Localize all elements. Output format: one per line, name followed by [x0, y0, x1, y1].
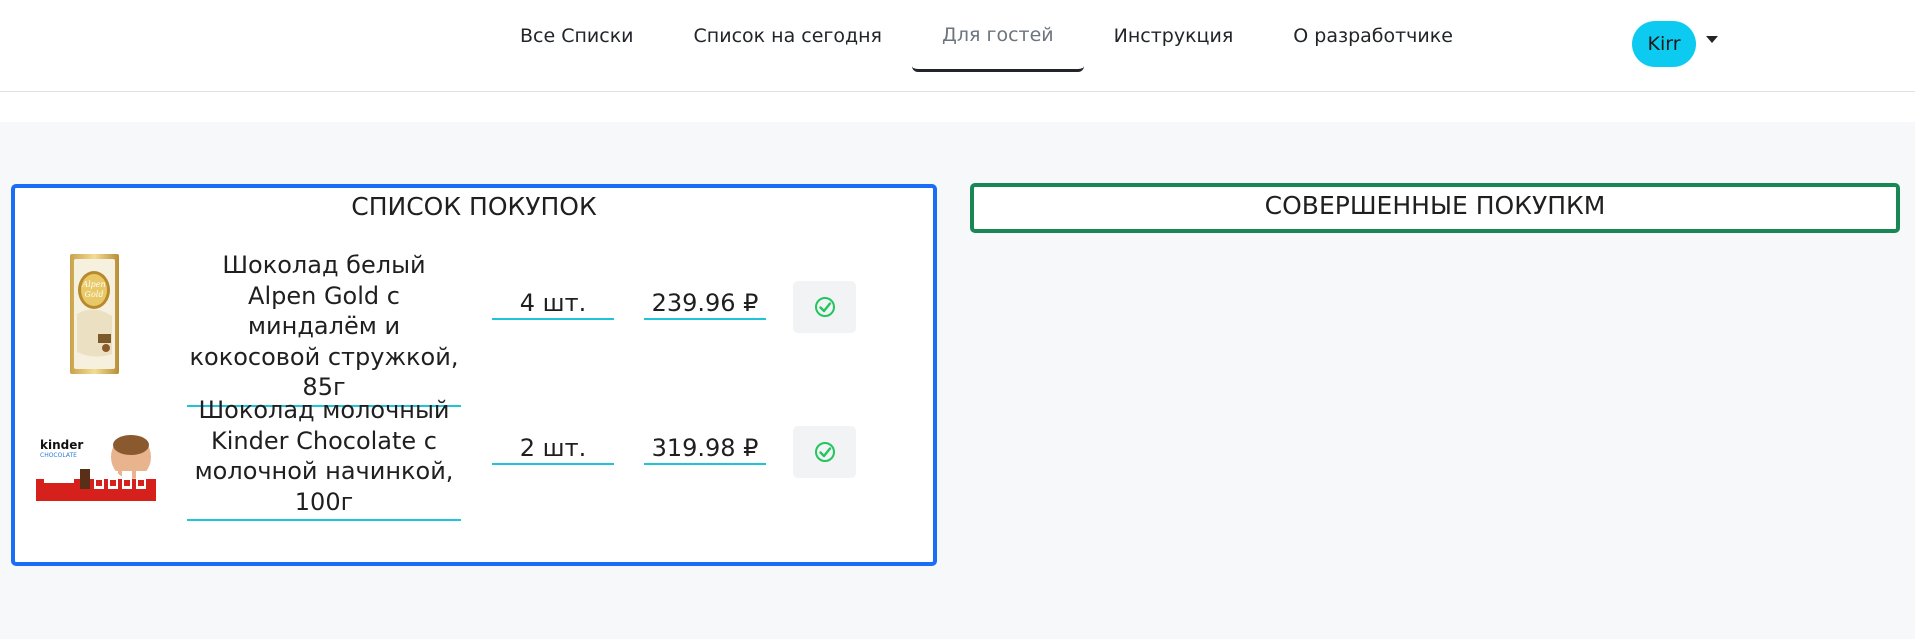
chevron-down-icon[interactable]	[1706, 35, 1718, 43]
nav-menu: Все Списки Список на сегодня Для гостей …	[490, 0, 1483, 91]
quantity-field[interactable]: 4 шт.	[492, 288, 614, 320]
nav-today-list[interactable]: Список на сегодня	[664, 0, 912, 72]
check-circle-icon	[814, 297, 835, 317]
completed-purchases-title: СОВЕРШЕННЫЕ ПОКУПКМ	[1264, 191, 1606, 220]
completed-purchases-panel: СОВЕРШЕННЫЕ ПОКУПКМ	[970, 183, 1900, 233]
nav-about-developer[interactable]: О разработчике	[1263, 0, 1483, 72]
price-field[interactable]: 239.96 ₽	[644, 288, 766, 320]
svg-text:CHOCOLATE: CHOCOLATE	[40, 452, 77, 459]
mark-purchased-button[interactable]	[793, 426, 856, 478]
svg-text:kinder: kinder	[40, 438, 83, 452]
svg-text:Gold: Gold	[85, 290, 104, 299]
product-name[interactable]: Шоколад молочный Kinder Chocolate с моло…	[187, 395, 461, 521]
user-menu: Kirr	[1632, 21, 1718, 67]
nav-for-guests[interactable]: Для гостей	[912, 0, 1084, 72]
check-circle-icon	[814, 442, 835, 462]
kinder-chocolate-image: kinder CHOCOLATE	[36, 435, 156, 501]
nav-all-lists[interactable]: Все Списки	[490, 0, 664, 72]
alpen-gold-chocolate-image: Alpen Gold	[68, 254, 121, 374]
product-name[interactable]: Шоколад белый Alpen Gold с миндалём и ко…	[187, 250, 461, 407]
main-content: СПИСОК ПОКУПОК Alpen Gold Шоколад белый …	[0, 122, 1915, 639]
mark-purchased-button[interactable]	[793, 281, 856, 333]
svg-text:Alpen: Alpen	[81, 280, 105, 289]
price-field[interactable]: 319.98 ₽	[644, 433, 766, 465]
list-item: kinder CHOCOLATE Шоколад молочный Kinder…	[15, 396, 933, 543]
nav-instructions[interactable]: Инструкция	[1084, 0, 1264, 72]
user-avatar[interactable]: Kirr	[1632, 21, 1696, 67]
quantity-field[interactable]: 2 шт.	[492, 433, 614, 465]
navbar: Все Списки Список на сегодня Для гостей …	[0, 0, 1915, 92]
list-item: Alpen Gold Шоколад белый Alpen Gold с ми…	[15, 250, 933, 407]
shopping-list-panel: СПИСОК ПОКУПОК Alpen Gold Шоколад белый …	[11, 184, 937, 566]
shopping-list-title: СПИСОК ПОКУПОК	[351, 192, 597, 221]
